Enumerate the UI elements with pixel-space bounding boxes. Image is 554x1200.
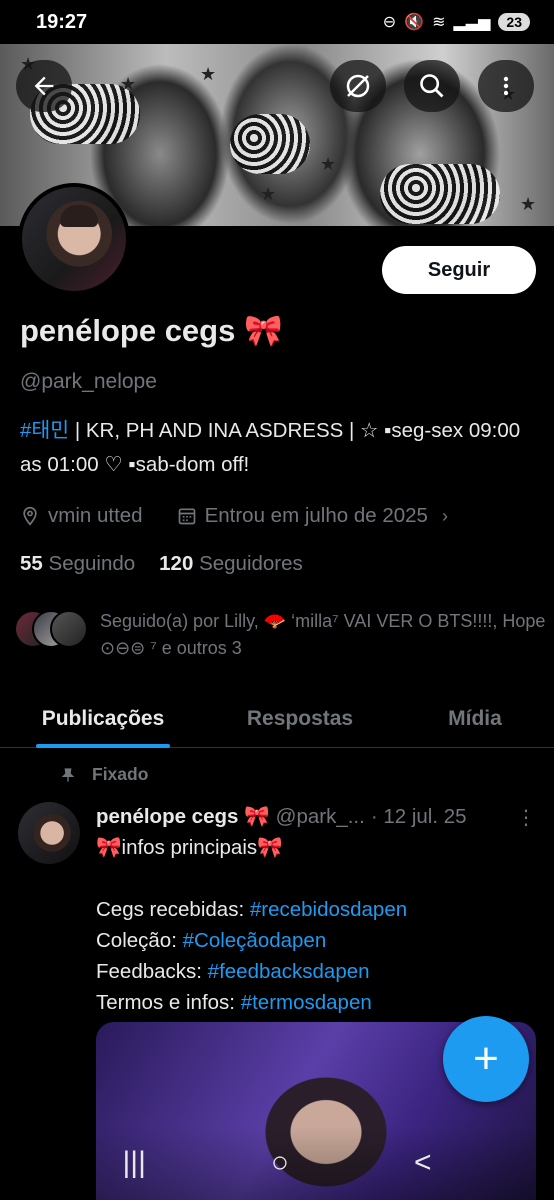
system-nav-bar: ||| ○ < bbox=[0, 1126, 554, 1200]
location-icon bbox=[23, 506, 37, 526]
chevron-right-icon[interactable]: › bbox=[442, 506, 448, 527]
post-date[interactable]: · 12 jul. 25 bbox=[371, 805, 467, 829]
profile-bio: #태민 | KR, PH AND INA ASDRESS | ☆ ▪seg-se… bbox=[20, 414, 530, 482]
star-icon: ★ bbox=[260, 184, 277, 204]
search-icon bbox=[420, 74, 444, 98]
post-author-handle: @park_... bbox=[275, 805, 365, 828]
hashtag-link[interactable]: #recebidosdapen bbox=[250, 898, 407, 921]
calendar-icon bbox=[178, 508, 195, 525]
bio-hashtag-link[interactable]: #태민 bbox=[20, 419, 69, 442]
post-line: Coleção: #Coleçãodapen bbox=[96, 929, 327, 952]
star-icon: ★ bbox=[320, 154, 337, 174]
home-nav-icon[interactable]: ○ bbox=[271, 1146, 289, 1180]
star-icon: ★ bbox=[120, 74, 137, 94]
tab-label: Respostas bbox=[246, 707, 354, 730]
post-line: 🎀infos principais🎀 bbox=[96, 836, 283, 859]
hashtag-link[interactable]: #Coleçãodapen bbox=[183, 929, 327, 952]
more-button[interactable] bbox=[478, 60, 534, 112]
tab-label: Mídia bbox=[448, 707, 502, 730]
follow-button[interactable]: Seguir bbox=[382, 246, 536, 294]
back-arrow-icon bbox=[34, 76, 54, 96]
status-time: 19:27 bbox=[36, 10, 88, 33]
follower-avatars bbox=[14, 608, 90, 648]
tab-respostas[interactable]: Respostas bbox=[242, 690, 358, 748]
post-line: Feedbacks: #feedbacksdapen bbox=[96, 960, 370, 983]
pinned-label: Fixado bbox=[60, 764, 148, 785]
post-author-avatar[interactable] bbox=[18, 802, 80, 864]
grok-button[interactable] bbox=[330, 60, 386, 112]
back-nav-icon[interactable]: < bbox=[414, 1146, 432, 1180]
wifi-icon: ≋ bbox=[432, 14, 446, 31]
status-icons: ⊖ 🔇 ≋ ▂▃▅ 23 bbox=[383, 12, 530, 32]
back-button[interactable] bbox=[16, 60, 72, 112]
bio-text: | KR, PH AND INA ASDRESS | ☆ ▪seg-sex 09… bbox=[20, 419, 521, 476]
post-more-icon[interactable]: ⋮ bbox=[516, 805, 536, 830]
followers-count: 120 bbox=[159, 552, 194, 575]
followers-label: Seguidores bbox=[199, 552, 303, 575]
pinned-text: Fixado bbox=[92, 764, 149, 784]
star-icon: ★ bbox=[200, 64, 217, 84]
battery-indicator: 23 bbox=[498, 13, 530, 31]
banner-decoration bbox=[230, 114, 310, 174]
profile-name: penélope cegs 🎀 bbox=[20, 313, 283, 348]
post-line: Termos e infos: #termosdapen bbox=[96, 991, 372, 1014]
profile-avatar[interactable] bbox=[18, 183, 130, 295]
search-button[interactable] bbox=[404, 60, 460, 112]
followers-link[interactable]: 120 Seguidores bbox=[159, 552, 303, 576]
profile-meta: vmin utted Entrou em julho de 2025 › bbox=[20, 500, 448, 532]
status-bar: 19:27 ⊖ 🔇 ≋ ▂▃▅ 23 bbox=[0, 0, 554, 44]
post-line: Cegs recebidas: #recebidosdapen bbox=[96, 898, 408, 921]
hashtag-link[interactable]: #feedbacksdapen bbox=[208, 960, 370, 983]
post-text: 🎀infos principais🎀 Cegs recebidas: #rece… bbox=[96, 832, 536, 1018]
mute-icon: 🔇 bbox=[404, 14, 425, 31]
compose-button[interactable]: + bbox=[443, 1016, 529, 1102]
pin-icon bbox=[61, 767, 75, 782]
hashtag-link[interactable]: #termosdapen bbox=[241, 991, 372, 1014]
star-icon: ★ bbox=[520, 194, 537, 214]
following-link[interactable]: 55 Seguindo bbox=[20, 552, 135, 576]
following-count: 55 bbox=[20, 552, 43, 575]
banner-decoration bbox=[380, 164, 500, 224]
slash-circle-icon bbox=[346, 74, 370, 98]
followed-by-text: Seguido(a) por Lilly, 🪭 ‘milla⁷ VAI VER … bbox=[100, 611, 546, 658]
joined-text: Entrou em julho de 2025 bbox=[204, 504, 428, 527]
tab-publicacoes[interactable]: Publicações bbox=[36, 690, 170, 748]
post-header: penélope cegs 🎀 @park_... · 12 jul. 25 ⋮ bbox=[96, 802, 536, 832]
tab-midia[interactable]: Mídia bbox=[444, 690, 506, 748]
signal-icon: ▂▃▅ bbox=[453, 14, 491, 31]
profile-stats: 55 Seguindo 120 Seguidores bbox=[20, 548, 303, 580]
tab-active-indicator bbox=[36, 744, 170, 748]
avatar bbox=[50, 610, 88, 648]
recents-nav-icon[interactable]: ||| bbox=[122, 1146, 145, 1180]
followed-by[interactable]: Seguido(a) por Lilly, 🪭 ‘milla⁷ VAI VER … bbox=[14, 608, 550, 662]
tab-label: Publicações bbox=[41, 707, 165, 730]
post-author-name[interactable]: penélope cegs 🎀 bbox=[96, 805, 270, 829]
more-vertical-icon bbox=[503, 76, 509, 96]
profile-tabs: Publicações Respostas Mídia bbox=[0, 690, 554, 748]
profile-handle: @park_nelope bbox=[20, 370, 157, 393]
location-text: vmin utted bbox=[48, 504, 143, 527]
dnd-icon: ⊖ bbox=[382, 14, 397, 31]
following-label: Seguindo bbox=[48, 552, 136, 575]
